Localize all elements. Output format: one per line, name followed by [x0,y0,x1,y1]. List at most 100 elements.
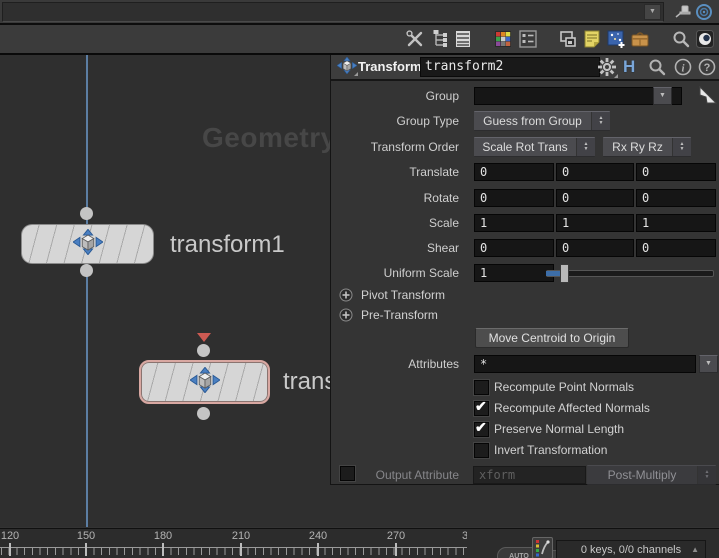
ruler-tick-label: 210 [232,530,250,542]
shear-y-input[interactable]: 0 [556,239,634,257]
checkbox-0-label[interactable]: Recompute Point Normals [494,380,634,395]
network-toolbar [0,25,719,55]
output-attribute-mode-dropdown: Post-Multiply ▲▼ [587,465,716,485]
parameter-panel: Transform transform2 H i ? Group ▼ Gro [330,55,719,485]
checkbox-2[interactable] [474,422,489,437]
sticky-note-icon[interactable] [582,29,602,49]
grid-options-icon[interactable] [518,29,538,49]
pre-transform-expand-icon[interactable] [339,308,353,322]
pin-icon[interactable] [674,3,692,21]
checkbox-1-label[interactable]: Recompute Affected Normals [494,401,650,416]
dropdown-arrow-icon[interactable]: ▼ [644,4,661,20]
image-add-icon[interactable] [606,29,626,49]
channel-key-icon[interactable] [532,537,553,558]
color-palette-icon[interactable] [493,29,513,49]
attributes-input[interactable]: * [474,355,696,373]
group-dropdown-button[interactable]: ▼ [653,87,672,105]
output-attribute-label: Output Attribute [331,466,459,484]
list-view-icon[interactable] [453,29,473,49]
scale-x-input[interactable]: 1 [474,214,554,232]
houdini-window: ▼ [0,0,719,558]
layout-windows-icon[interactable] [558,29,578,49]
rotate-y-input[interactable]: 0 [556,189,634,207]
search-icon[interactable] [671,29,691,49]
checkbox-3[interactable] [474,443,489,458]
transform-node-icon [73,229,103,260]
network-context-watermark: Geometry [202,122,337,154]
top-bar: ▼ [0,0,719,25]
checkbox-2-label[interactable]: Preserve Normal Length [494,422,624,437]
uniform-scale-slider-track[interactable] [546,270,714,277]
translate-z-input[interactable]: 0 [636,163,716,181]
path-dropdown[interactable]: ▼ [2,2,664,22]
shear-z-input[interactable]: 0 [636,239,716,257]
shear-x-input[interactable]: 0 [474,239,554,257]
translate-label: Translate [331,163,459,181]
scale-y-input[interactable]: 1 [556,214,634,232]
visibility-eye-icon[interactable] [695,29,715,49]
node1-input-connector[interactable] [80,207,93,220]
transform-order-dropdown[interactable]: Scale Rot Trans ▲▼ [474,137,595,157]
toolbox-icon[interactable] [630,29,650,49]
uniform-scale-label: Uniform Scale [331,264,459,282]
help-icon[interactable]: ? [697,57,717,77]
node-type-icon[interactable] [337,57,357,75]
translate-x-input[interactable]: 0 [474,163,554,181]
scale-label: Scale [331,214,459,232]
svg-text:i: i [681,63,685,75]
tree-view-icon[interactable] [431,29,451,49]
node1-output-connector[interactable] [80,264,93,277]
uniform-scale-input[interactable]: 1 [474,264,554,282]
move-centroid-button[interactable]: Move Centroid to Origin [475,328,629,348]
translate-y-input[interactable]: 0 [556,163,634,181]
timeline[interactable]: 120 150 180 210 240 270 300 AUTO 0 keys,… [0,528,719,558]
pivot-transform-label[interactable]: Pivot Transform [361,288,445,302]
group-type-dropdown[interactable]: Guess from Group ▲▼ [474,111,610,131]
ruler-tick-label: 180 [154,530,172,542]
checkbox-3-label[interactable]: Invert Transformation [494,443,607,458]
ruler-tick-label: 240 [309,530,327,542]
spinner-arrows-icon[interactable]: ▲▼ [591,112,610,130]
spinner-arrows-icon[interactable]: ▲▼ [672,138,691,156]
rotate-x-input[interactable]: 0 [474,189,554,207]
parameter-panel-header: Transform transform2 H i ? [331,55,719,81]
node2-input-connector[interactable] [197,344,210,357]
pre-transform-label[interactable]: Pre-Transform [361,308,438,322]
gear-menu-icon[interactable] [597,57,617,77]
output-attribute-input: xform [473,466,586,484]
group-input[interactable] [474,87,682,105]
parameter-search-icon[interactable] [647,57,667,77]
ruler-tick-label: 270 [387,530,405,542]
tools-icon[interactable] [405,29,425,49]
group-select-arrow-icon[interactable] [697,84,719,106]
keys-channels-status[interactable]: 0 keys, 0/0 channels ▲ [556,540,706,558]
rotate-label: Rotate [331,189,459,207]
node-type-label: Transform [358,59,422,74]
rotate-z-input[interactable]: 0 [636,189,716,207]
node2-output-connector[interactable] [197,407,210,420]
svg-text:?: ? [704,62,711,74]
radial-link-icon[interactable] [695,3,713,21]
expand-arrow-icon[interactable]: ▲ [691,545,699,555]
spinner-arrows-icon[interactable]: ▲▼ [576,138,595,156]
node-transform1[interactable] [22,225,153,263]
info-icon[interactable]: i [673,57,693,77]
rotate-order-dropdown[interactable]: Rx Ry Rz ▲▼ [603,137,691,157]
ruler-tick-label-clipped: 300 [462,530,467,542]
checkbox-0[interactable] [474,380,489,395]
attributes-dropdown-button[interactable]: ▼ [699,355,718,373]
pivot-transform-expand-icon[interactable] [339,288,353,302]
node2-flag-icon[interactable] [197,333,211,342]
menu-corner-arrow-icon [614,74,618,78]
transform-node-icon [190,367,220,398]
group-type-label: Group Type [331,112,459,130]
checkbox-1[interactable] [474,401,489,416]
ruler-tick-label: 150 [77,530,95,542]
ruler-minor-ticks [1,548,467,555]
houdini-logo-icon[interactable]: H [623,57,643,77]
uniform-scale-slider-handle[interactable] [560,264,569,283]
attributes-label: Attributes [331,355,459,373]
node-transform2[interactable] [139,360,270,404]
node-name-input[interactable]: transform2 [420,57,600,77]
scale-z-input[interactable]: 1 [636,214,716,232]
